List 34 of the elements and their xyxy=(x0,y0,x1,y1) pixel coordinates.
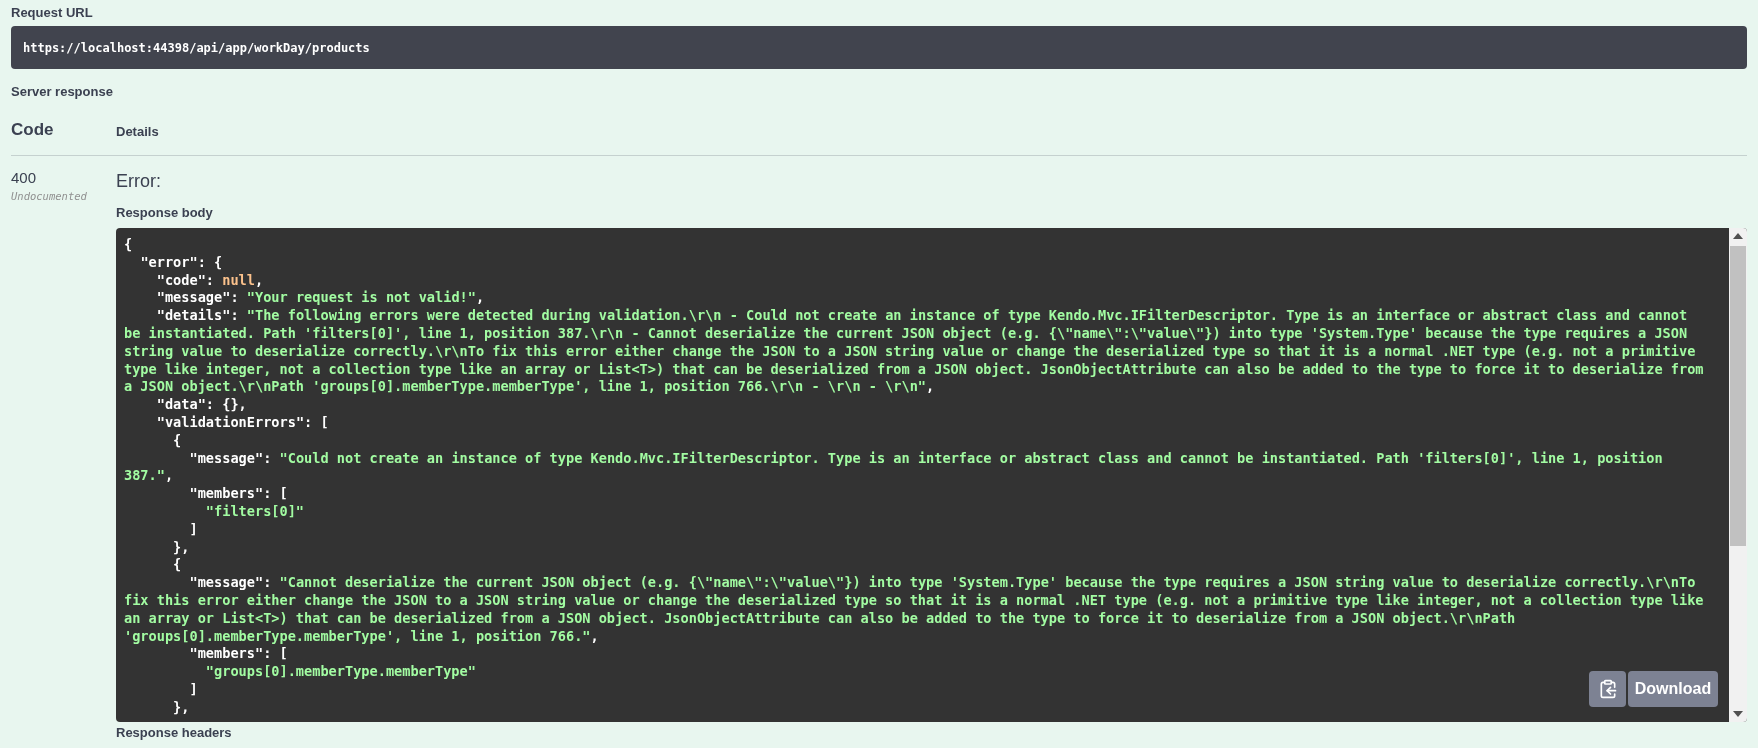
code-line: { xyxy=(172,556,182,575)
code-line: "filters[0]" xyxy=(204,502,305,521)
scrollbar[interactable] xyxy=(1729,228,1747,722)
code-line: "groups[0].memberType.memberType" xyxy=(204,663,476,681)
code-line: "error": { xyxy=(139,253,223,272)
response-body-label: Response body xyxy=(116,205,214,220)
code-line: }, xyxy=(172,538,190,557)
code-line: }, xyxy=(172,698,190,717)
code-line: ] xyxy=(188,680,198,699)
download-button[interactable]: Download xyxy=(1628,671,1718,707)
code-line: ] xyxy=(188,520,198,539)
code-line: "data": {}, xyxy=(155,396,247,414)
response-headers-label: Response headers xyxy=(116,725,233,740)
code-line: "members": [ xyxy=(188,645,288,664)
arrow-down-icon[interactable] xyxy=(1733,711,1743,717)
column-header: Details xyxy=(116,124,159,139)
code-line: "code": null, xyxy=(155,271,264,290)
status-code: 400 xyxy=(11,169,38,187)
status-text: Error: xyxy=(116,171,162,191)
code-line: { xyxy=(172,431,182,450)
code-line: "details": "The following errors were detected during validation.\r\n - Could not create an instance of type Kendo.Mvc.IFilterDescriptor. Type is an interface or abstract class and cannot be instantiated. Path 'filters[0]', line 1, position 387.\r\n - Cannot deserialize the current JSON object (e.g. {\"name\":\"value\"}) into type 'System.Type' because the type requires a JSON string value to deserialize correctly.\r\nTo fix this error either change the JSON to a JSON string value or change the deserialized type so that it is a normal .NET type (e.g. not a primitive type like integer, not a collection type like an array or List<T>) that can be deserialized from a JSON object. JsonObjectAttribute can also be added to the type to force it to deserialize from a JSON object.\r\nPath 'groups[0].memberType.memberType', line 1, position 766.\r\n - \r\n - \r\n", xyxy=(124,307,1705,397)
code-line: "message": "Your request is not valid!", xyxy=(155,289,485,308)
code-line: { xyxy=(124,236,133,254)
server-response-title: Server response xyxy=(11,84,114,99)
column-header: Code xyxy=(11,120,54,139)
arrow-up-icon[interactable] xyxy=(1733,233,1743,239)
status-note: Undocumented xyxy=(11,190,88,202)
code-line: "message": "Could not create an instance of type Kendo.Mvc.IFilterDescriptor. Type is an interface or abstract class and cannot be instantiated. Path 'filters[0]', line 1, position 387.", xyxy=(124,449,1664,486)
code-line: "validationErrors": [ xyxy=(155,413,329,432)
code-line: "members": [ xyxy=(188,485,288,503)
request-url-field: https://localhost:44398/api/app/workDay/products xyxy=(11,26,1747,69)
request-url-label: Request URL xyxy=(11,5,94,20)
copy-button[interactable] xyxy=(1589,671,1626,707)
code-line: "message": "Cannot deserialize the current JSON object (e.g. {\"name\":\"value\"}) into type 'System.Type' because the type requires a JSON string value to deserialize correctly.\r\nTo fix this error either change the JSON to a JSON string value or change the deserialized type so that it is a normal .NET type (e.g. not a primitive type like integer, not a collection type like an array or List<T>) that can be deserialized from a JSON object. JsonObjectAttribute can also be added to the type to force it to deserialize from a JSON object.\r\nPath 'groups[0].memberType.memberType', line 1, position 766.", xyxy=(124,574,1705,646)
